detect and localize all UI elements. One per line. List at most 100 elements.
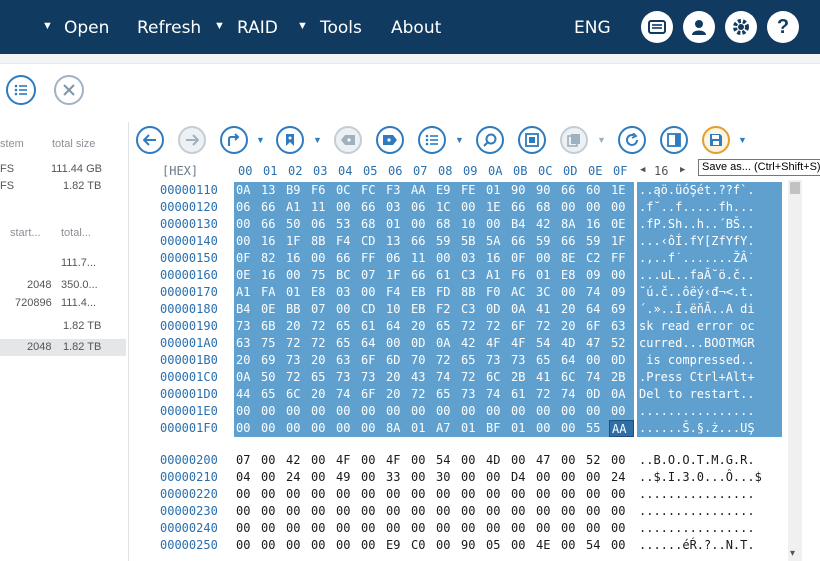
hex-byte[interactable]: 00 [609, 486, 634, 503]
hex-byte[interactable]: 55 [584, 420, 609, 437]
hex-byte[interactable]: 60 [584, 182, 609, 199]
hex-byte[interactable]: 00 [384, 403, 409, 420]
menu-tools[interactable]: Tools [320, 18, 362, 38]
hex-byte[interactable]: 0E [259, 301, 284, 318]
hex-byte[interactable]: 00 [359, 537, 384, 554]
hex-byte[interactable]: 00 [234, 216, 259, 233]
hex-byte[interactable]: 00 [284, 420, 309, 437]
hex-byte[interactable]: 00 [309, 537, 334, 554]
save-as-icon[interactable] [702, 126, 730, 154]
hex-byte[interactable]: FD [434, 284, 459, 301]
raid-caret-icon[interactable]: ▼ [214, 20, 225, 32]
hex-byte[interactable]: 00 [559, 284, 584, 301]
hex-row[interactable]: 00000170 A1 FA 01 E8 03 00 F4 EB FD 8B F0 AC 3C 00 74 09… [130, 284, 790, 301]
hex-byte[interactable]: 0D [484, 301, 509, 318]
language-selector[interactable]: ENG [574, 18, 611, 38]
hex-byte[interactable]: 00 [459, 469, 484, 486]
hex-byte[interactable]: 13 [259, 182, 284, 199]
hex-row[interactable]: 00000130 00 66 50 06 53 68 01 00 68 10 00 B4 42 8A 16 0E… [130, 216, 790, 233]
hex-byte[interactable]: 00 [359, 486, 384, 503]
hex-byte[interactable]: 65 [309, 369, 334, 386]
hex-byte[interactable]: 72 [309, 335, 334, 352]
hex-byte[interactable]: 07 [309, 301, 334, 318]
help-icon[interactable]: ? [767, 11, 799, 43]
hex-byte[interactable]: 00 [284, 520, 309, 537]
hex-row[interactable]: 00000150 0F 82 16 00 66 FF 06 11 00 03 16 0F 00 8E C2 FF… [130, 250, 790, 267]
hex-byte[interactable]: 59 [534, 233, 559, 250]
hex-byte[interactable]: 00 [409, 403, 434, 420]
hex-byte[interactable]: 00 [459, 403, 484, 420]
hex-byte[interactable]: 00 [409, 503, 434, 520]
hex-byte[interactable]: 59 [434, 233, 459, 250]
hex-byte[interactable]: FA [259, 284, 284, 301]
hex-byte[interactable]: 66 [409, 267, 434, 284]
ascii-text[interactable]: ...uL..faĂ˘ö.č.. [637, 267, 782, 284]
hex-byte[interactable]: 90 [459, 537, 484, 554]
hex-byte[interactable]: 00 [559, 486, 584, 503]
hex-byte[interactable]: 4D [484, 452, 509, 469]
hex-byte[interactable]: B4 [234, 301, 259, 318]
hex-byte[interactable]: 00 [284, 403, 309, 420]
hex-byte[interactable]: 2B [609, 369, 634, 386]
hex-byte[interactable]: 5A [484, 233, 509, 250]
hex-byte[interactable]: 00 [409, 486, 434, 503]
hex-byte[interactable]: EB [409, 284, 434, 301]
copy-icon[interactable] [560, 126, 588, 154]
hex-byte[interactable]: 73 [509, 352, 534, 369]
hex-byte[interactable]: 00 [259, 469, 284, 486]
hex-byte[interactable]: 07 [359, 267, 384, 284]
hex-byte[interactable]: 42 [459, 335, 484, 352]
hex-byte[interactable]: 72 [534, 386, 559, 403]
select-block-icon[interactable] [518, 126, 546, 154]
hex-byte[interactable]: 01 [459, 420, 484, 437]
hex-byte[interactable]: 00 [434, 537, 459, 554]
list-item[interactable]: FS 1.82 TB [0, 178, 126, 195]
hex-byte[interactable]: E9 [384, 537, 409, 554]
hex-row[interactable]: 000001D0 44 65 6C 20 74 6F 20 72 65 73 74 61 72 74 0D 0A… [130, 386, 790, 403]
hex-byte[interactable]: 03 [459, 250, 484, 267]
hex-byte[interactable]: 01 [534, 267, 559, 284]
hex-byte[interactable]: 00 [509, 452, 534, 469]
copy-caret-icon[interactable]: ▼ [597, 135, 606, 145]
hex-byte[interactable]: 00 [534, 503, 559, 520]
hex-byte[interactable]: F2 [434, 301, 459, 318]
hex-byte[interactable]: 13 [384, 233, 409, 250]
hex-byte[interactable]: 00 [434, 503, 459, 520]
hex-byte[interactable]: 66 [409, 233, 434, 250]
hex-byte[interactable]: AA [609, 420, 634, 437]
hex-byte[interactable]: 00 [584, 469, 609, 486]
hex-byte[interactable]: 01 [409, 420, 434, 437]
column-total[interactable]: total... [61, 227, 91, 239]
hex-byte[interactable]: 6C [484, 369, 509, 386]
hex-byte[interactable]: 66 [559, 233, 584, 250]
hex-byte[interactable]: 00 [309, 403, 334, 420]
hex-byte[interactable]: 09 [584, 267, 609, 284]
menu-raid[interactable]: RAID [237, 18, 278, 38]
ascii-text[interactable]: ......Š.§.ż...UŞ [637, 420, 782, 437]
hex-byte[interactable]: 00 [534, 420, 559, 437]
hex-byte[interactable]: 00 [484, 469, 509, 486]
back-arrow-icon[interactable] [136, 126, 164, 154]
hex-byte[interactable]: 90 [509, 182, 534, 199]
hex-byte[interactable]: 00 [584, 520, 609, 537]
hex-byte[interactable]: 66 [334, 250, 359, 267]
hex-byte[interactable]: C3 [459, 301, 484, 318]
hex-byte[interactable]: 0A [609, 386, 634, 403]
hex-byte[interactable]: 0D [609, 352, 634, 369]
hex-byte[interactable]: 65 [334, 335, 359, 352]
hex-byte[interactable]: 54 [584, 537, 609, 554]
ascii-text[interactable]: curred...BOOTMGR [637, 335, 782, 352]
hex-row[interactable]: 00000180 B4 0E BB 07 00 CD 10 EB F2 C3 0D 0A 41 20 64 69… [130, 301, 790, 318]
hex-byte[interactable]: 52 [609, 335, 634, 352]
hex-byte[interactable]: 41 [534, 301, 559, 318]
hex-byte[interactable]: 8A [559, 216, 584, 233]
view-caret-icon[interactable]: ▼ [455, 135, 464, 145]
hex-byte[interactable]: C2 [584, 250, 609, 267]
hex-byte[interactable]: 6F [359, 352, 384, 369]
hex-byte[interactable]: F4 [384, 284, 409, 301]
hex-byte[interactable]: 0D [409, 335, 434, 352]
hex-byte[interactable]: 00 [309, 469, 334, 486]
hex-byte[interactable]: 65 [534, 352, 559, 369]
hex-byte[interactable]: 00 [459, 486, 484, 503]
ascii-text[interactable]: ................ [637, 403, 782, 420]
